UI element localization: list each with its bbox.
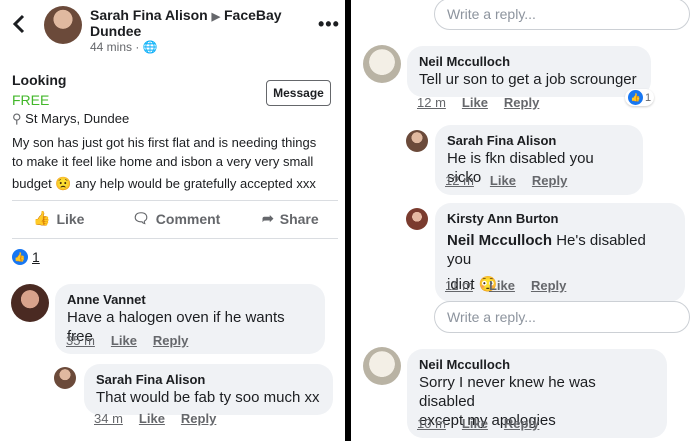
comment-actions: 35 m Like Reply: [66, 333, 188, 348]
mention-link[interactable]: Neil Mcculloch: [447, 232, 552, 249]
post-body-text: any help would be gratefully accepted xx…: [75, 176, 316, 191]
post-body-line: to make it feel like home and isbon a ve…: [12, 154, 314, 169]
listing-title: Looking: [12, 72, 67, 88]
divider: [12, 238, 338, 239]
comment-time[interactable]: 12 m: [445, 173, 474, 188]
post-body-text: budget: [12, 176, 52, 191]
reaction-count: 1: [32, 249, 40, 265]
reaction-summary[interactable]: 👍 1: [12, 249, 40, 265]
comment-bubble: Sarah Fina Alison That would be fab ty s…: [84, 364, 333, 415]
comment-reply-link[interactable]: Reply: [531, 278, 566, 293]
thumbs-up-icon: 👍: [33, 210, 51, 226]
comment-like-link[interactable]: Like: [490, 173, 516, 188]
comment-time[interactable]: 34 m: [94, 411, 123, 426]
like-reaction-icon: 👍: [12, 249, 28, 265]
comment-like-link[interactable]: Like: [462, 416, 488, 431]
comment-label: Comment: [155, 210, 221, 227]
back-arrow-icon[interactable]: [12, 14, 26, 34]
worried-emoji-icon: 😟: [55, 176, 72, 191]
commenter-name[interactable]: Neil Mcculloch: [419, 54, 639, 70]
comment-like-link[interactable]: Like: [139, 411, 165, 426]
commenter-name[interactable]: Sarah Fina Alison: [96, 372, 321, 388]
post-body: My son has just got his first flat and i…: [12, 133, 338, 193]
comment-reply-link[interactable]: Reply: [153, 333, 188, 348]
commenter-name[interactable]: Anne Vannet: [67, 292, 313, 308]
post-body-line: budget 😟 any help would be gratefully ac…: [12, 174, 338, 193]
reply-input[interactable]: Write a reply...: [434, 301, 690, 333]
group-name-line2[interactable]: Dundee: [90, 23, 141, 39]
globe-icon: 🌐: [142, 40, 158, 54]
arrow-right-icon: ▶: [211, 11, 221, 23]
comment-reply-link[interactable]: Reply: [504, 95, 539, 110]
post-body-line: My son has just got his first flat and i…: [12, 135, 317, 150]
author-avatar[interactable]: [44, 6, 82, 44]
post-meta: 44 mins · 🌐: [90, 40, 158, 54]
commenter-avatar[interactable]: [11, 284, 49, 322]
comment-like-link[interactable]: Like: [111, 333, 137, 348]
comment-reply-link[interactable]: Reply: [504, 416, 539, 431]
comment-text: That would be fab ty soo much xx: [96, 389, 320, 406]
location-text: St Marys, Dundee: [25, 111, 130, 126]
share-button[interactable]: ➦ Share: [262, 210, 319, 227]
comment-actions: 12 m Like Reply: [417, 95, 539, 110]
comment-bubble-icon: 🗨: [132, 210, 150, 226]
comments-panel: Write a reply... Neil Mcculloch Tell ur …: [351, 0, 700, 441]
post-time: 44 mins: [90, 40, 133, 54]
location-pin-icon: ⚲: [12, 111, 22, 126]
divider: [12, 200, 338, 201]
comment-actions: 10 m Like Reply: [417, 416, 539, 431]
group-name[interactable]: FaceBay: [224, 7, 282, 23]
comment-time[interactable]: 10 m: [417, 416, 446, 431]
message-button[interactable]: Message: [266, 80, 331, 106]
author-name[interactable]: Sarah Fina Alison: [90, 7, 208, 23]
commenter-avatar[interactable]: [363, 45, 401, 83]
share-arrow-icon: ➦: [262, 210, 274, 226]
comment-time[interactable]: 35 m: [66, 333, 95, 348]
comment-actions: 34 m Like Reply: [94, 411, 216, 426]
comment-reply-link[interactable]: Reply: [532, 173, 567, 188]
share-label: Share: [279, 210, 319, 227]
comment-bubble: Neil Mcculloch Tell ur son to get a job …: [407, 46, 651, 97]
comment-actions: 11 m Like Reply: [445, 278, 566, 293]
comment-text: Tell ur son to get a job scrounger: [419, 71, 637, 88]
commenter-name[interactable]: Kirsty Ann Burton: [447, 211, 673, 227]
comment-text: Neil Mcculloch He's disabled you: [447, 231, 673, 269]
comment-button[interactable]: 🗨 Comment: [132, 210, 220, 227]
listing-location: ⚲ St Marys, Dundee: [12, 111, 129, 127]
comment-time[interactable]: 12 m: [417, 95, 446, 110]
comment-time[interactable]: 11 m: [445, 278, 473, 293]
commenter-name[interactable]: Neil Mcculloch: [419, 357, 655, 373]
like-reaction-icon: 👍: [628, 90, 643, 105]
comment-reply-link[interactable]: Reply: [181, 411, 216, 426]
commenter-avatar[interactable]: [406, 208, 428, 230]
like-button[interactable]: 👍 Like: [33, 210, 84, 227]
comment-actions: 12 m Like Reply: [445, 173, 567, 188]
comment-like-link[interactable]: Like: [489, 278, 515, 293]
commenter-name[interactable]: Sarah Fina Alison: [447, 133, 631, 149]
like-label: Like: [56, 210, 85, 227]
commenter-avatar[interactable]: [54, 367, 76, 389]
post-panel: Sarah Fina Alison ▶ FaceBay Dundee 44 mi…: [0, 0, 345, 441]
reply-input[interactable]: Write a reply...: [434, 0, 690, 30]
commenter-avatar[interactable]: [406, 130, 428, 152]
comment-reactions[interactable]: 👍 1: [625, 89, 655, 106]
reaction-count: 1: [645, 91, 652, 104]
more-options-icon[interactable]: •••: [318, 14, 340, 35]
comment-like-link[interactable]: Like: [462, 95, 488, 110]
commenter-avatar[interactable]: [363, 347, 401, 385]
comment-text: Sorry I never knew he was disabled: [419, 374, 596, 410]
listing-price: FREE: [12, 92, 50, 108]
